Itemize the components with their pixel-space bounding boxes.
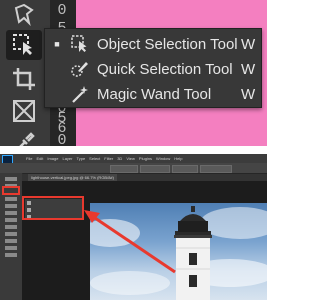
lasso-tool-button[interactable] bbox=[6, 0, 42, 30]
lasso-icon bbox=[14, 3, 34, 27]
crop-tool-button[interactable] bbox=[6, 64, 42, 94]
selection-tools-flyout-menu: ■ Object Selection Tool W Quick Selectio… bbox=[44, 28, 262, 108]
magic-wand-icon bbox=[69, 83, 91, 105]
menu-item-label: Quick Selection Tool bbox=[97, 60, 233, 78]
selected-indicator-icon: ■ bbox=[54, 39, 60, 49]
tools-panel bbox=[0, 0, 50, 146]
annotation-arrow bbox=[84, 210, 176, 274]
panel-divider bbox=[0, 146, 267, 154]
quick-selection-icon bbox=[69, 58, 91, 80]
menu-item-label: Magic Wand Tool bbox=[97, 85, 212, 103]
menu-item-object-selection-tool[interactable]: ■ Object Selection Tool W bbox=[45, 31, 261, 57]
photoshop-window-screenshot: File Edit Image Layer Type Select Filter… bbox=[0, 154, 267, 300]
menu-item-label: Object Selection Tool bbox=[97, 35, 238, 53]
ruler-digit: 0 bbox=[57, 2, 67, 19]
object-selection-icon bbox=[13, 34, 32, 55]
menu-item-magic-wand-tool[interactable]: Magic Wand Tool W bbox=[45, 81, 261, 107]
menu-item-quick-selection-tool[interactable]: Quick Selection Tool W bbox=[45, 56, 261, 82]
menu-item-shortcut: W bbox=[241, 60, 256, 78]
ruler-digit: 0 bbox=[57, 132, 67, 146]
crop-icon bbox=[13, 68, 35, 90]
frame-icon bbox=[13, 100, 35, 122]
frame-tool-button[interactable] bbox=[6, 96, 42, 126]
menu-item-shortcut: W bbox=[241, 85, 256, 103]
object-selection-tool-button[interactable] bbox=[6, 30, 42, 60]
eyedropper-icon bbox=[19, 132, 35, 146]
eyedropper-tool-button[interactable] bbox=[6, 128, 42, 146]
menu-item-shortcut: W bbox=[241, 35, 256, 53]
zoomed-toolbar-panel: 0 5 0 5 6 0 ■ Object Selection Tool W bbox=[0, 0, 267, 146]
object-selection-icon bbox=[69, 33, 91, 55]
